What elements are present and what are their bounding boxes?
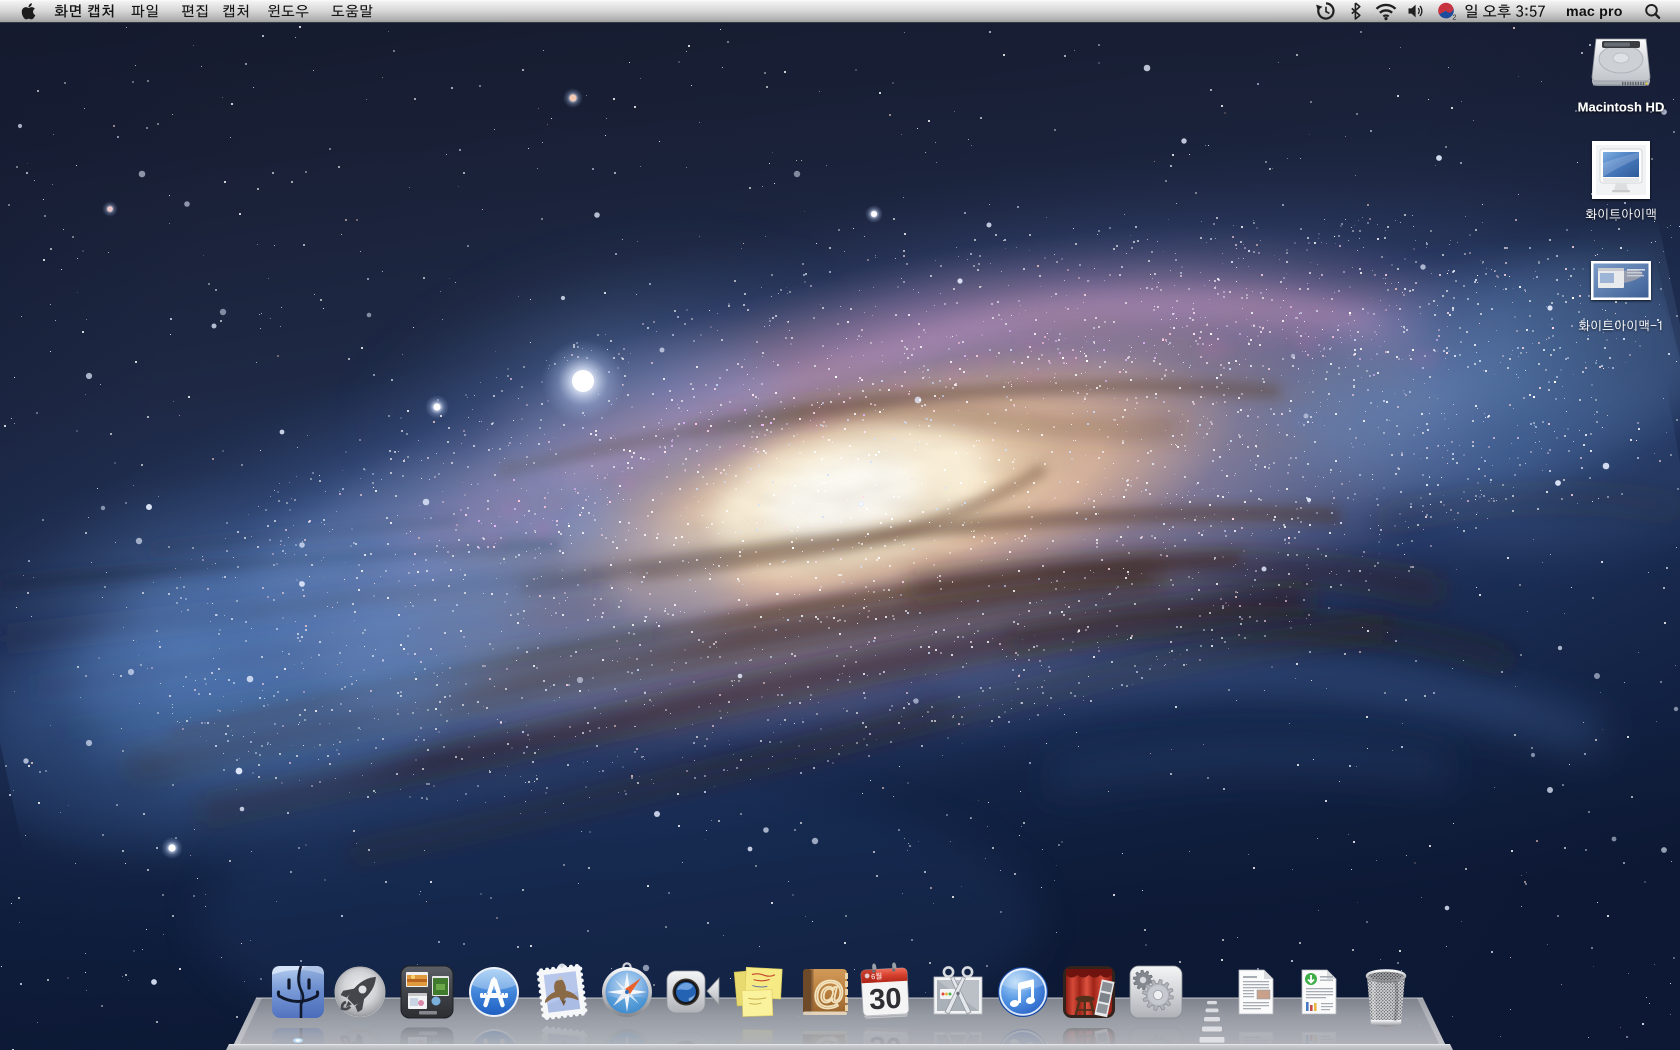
svg-text:2: 2 bbox=[1453, 15, 1457, 22]
svg-text:mac pro: mac pro bbox=[1566, 4, 1623, 20]
svg-text:Macintosh HD: Macintosh HD bbox=[1578, 100, 1665, 115]
